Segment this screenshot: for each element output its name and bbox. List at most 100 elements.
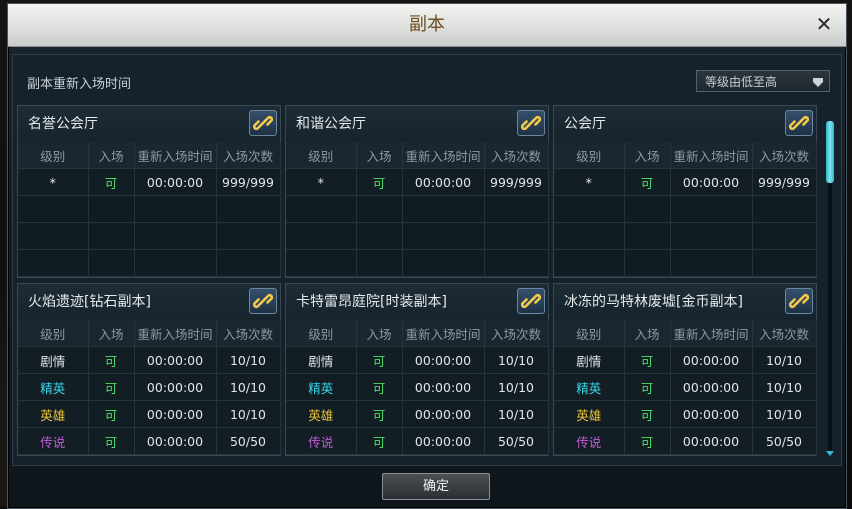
empty-cell [286,195,357,223]
sort-dropdown[interactable]: 等级由低至高 [696,70,830,92]
empty-cell [484,249,549,277]
cell-entry: 可 [88,168,135,196]
cell-entry: 可 [88,427,135,455]
link-chain-icon[interactable] [517,288,545,314]
link-chain-icon[interactable] [249,288,277,314]
empty-cell [18,222,89,250]
close-icon[interactable]: ✕ [812,12,836,36]
dungeon-panel: 火焰遗迹[钻石副本] 级别 入场 重新入场时间 入场次数 剧情可 00:00:00 10/10… [17,283,281,456]
panel-name: 冰冻的马特林废墟[金币副本] [564,294,743,310]
empty-cell [216,222,281,250]
section-title: 副本重新入场时间 [27,77,132,92]
table-row: 传说可 00:00:00 50/50 [554,427,817,455]
cell-level: * [18,168,89,196]
cell-entry: 可 [88,373,135,401]
cell-time: 00:00:00 [402,346,485,374]
column-header: 入场 [88,320,135,347]
empty-row [286,249,549,277]
column-header: 入场次数 [752,142,817,169]
dungeon-table: 级别 入场 重新入场时间 入场次数 * 可 00:00:00 999/999 [554,142,817,277]
empty-cell [624,195,671,223]
cell-level: 剧情 [18,346,89,374]
empty-cell [216,249,281,277]
column-header: 入场次数 [216,142,281,169]
empty-cell [356,222,403,250]
panel-header: 名誉公会厅 [18,106,280,142]
scrollbar[interactable] [825,117,835,457]
cell-level: 英雄 [286,400,357,428]
panel-header: 和谐公会厅 [286,106,548,142]
empty-cell [286,249,357,277]
cell-count: 10/10 [484,373,549,401]
column-header: 重新入场时间 [670,142,753,169]
scroll-down-arrow[interactable] [826,451,834,456]
cell-level: 剧情 [286,346,357,374]
cell-level: 传说 [286,427,357,455]
panel-name: 卡特雷昂庭院[时装副本] [296,294,447,310]
table-header-row: 级别 入场 重新入场时间 入场次数 [18,320,281,347]
cell-count: 10/10 [752,373,817,401]
empty-cell [88,222,135,250]
table-header-row: 级别 入场 重新入场时间 入场次数 [554,142,817,169]
table-row: 英雄可 00:00:00 10/10 [554,400,817,428]
dungeon-table: 级别 入场 重新入场时间 入场次数 剧情可 00:00:00 10/10 精英可 00:00:0… [286,320,549,455]
table-row: * 可 00:00:00 999/999 [18,168,281,196]
empty-cell [484,222,549,250]
empty-cell [134,222,217,250]
cell-count: 10/10 [216,373,281,401]
link-chain-icon[interactable] [517,110,545,136]
window-titlebar: 副本 ✕ [8,4,846,47]
panel-header: 火焰遗迹[钻石副本] [18,284,280,320]
dungeon-panel: 公会厅 级别 入场 重新入场时间 入场次数 * 可 00:00:00 999/999 [553,105,817,278]
confirm-button[interactable]: 确定 [382,473,490,500]
empty-row [286,222,549,250]
column-header: 入场 [356,142,403,169]
cell-count: 10/10 [216,346,281,374]
empty-cell [18,195,89,223]
empty-row [18,249,281,277]
column-header: 入场 [88,142,135,169]
cell-count: 10/10 [484,346,549,374]
empty-cell [554,195,625,223]
link-chain-icon[interactable] [249,110,277,136]
column-header: 入场次数 [484,320,549,347]
empty-cell [554,249,625,277]
table-header-row: 级别 入场 重新入场时间 入场次数 [18,142,281,169]
cell-level: 英雄 [554,400,625,428]
cell-count: 999/999 [752,168,817,196]
cell-time: 00:00:00 [134,373,217,401]
column-header: 重新入场时间 [670,320,753,347]
cell-time: 00:00:00 [670,373,753,401]
empty-cell [356,195,403,223]
column-header: 级别 [18,320,89,347]
chevron-down-icon [813,78,823,87]
empty-cell [624,222,671,250]
empty-row [18,195,281,223]
empty-cell [88,195,135,223]
empty-cell [18,249,89,277]
table-row: 传说可 00:00:00 50/50 [286,427,549,455]
cell-entry: 可 [356,400,403,428]
dungeon-panel: 冰冻的马特林废墟[金币副本] 级别 入场 重新入场时间 入场次数 剧情可 00:00:00 1… [553,283,817,456]
panel-header: 卡特雷昂庭院[时装副本] [286,284,548,320]
table-row: 精英可 00:00:00 10/10 [286,373,549,401]
empty-cell [402,222,485,250]
window-title: 副本 [409,14,445,35]
link-chain-icon[interactable] [785,288,813,314]
link-chain-icon[interactable] [785,110,813,136]
cell-level: 精英 [18,373,89,401]
column-header: 入场 [356,320,403,347]
cell-count: 50/50 [484,427,549,455]
panel-header: 公会厅 [554,106,816,142]
cell-level: 英雄 [18,400,89,428]
cell-level: 传说 [18,427,89,455]
table-header-row: 级别 入场 重新入场时间 入场次数 [286,142,549,169]
cell-count: 10/10 [752,346,817,374]
dungeon-window: 副本 ✕ 副本重新入场时间 等级由低至高 名誉公会厅 级别 入场 重新入场时间 入场次数… [7,3,847,509]
cell-time: 00:00:00 [402,427,485,455]
column-header: 入场次数 [752,320,817,347]
empty-row [554,195,817,223]
empty-row [554,249,817,277]
cell-level: 精英 [286,373,357,401]
scroll-thumb[interactable] [826,121,834,183]
